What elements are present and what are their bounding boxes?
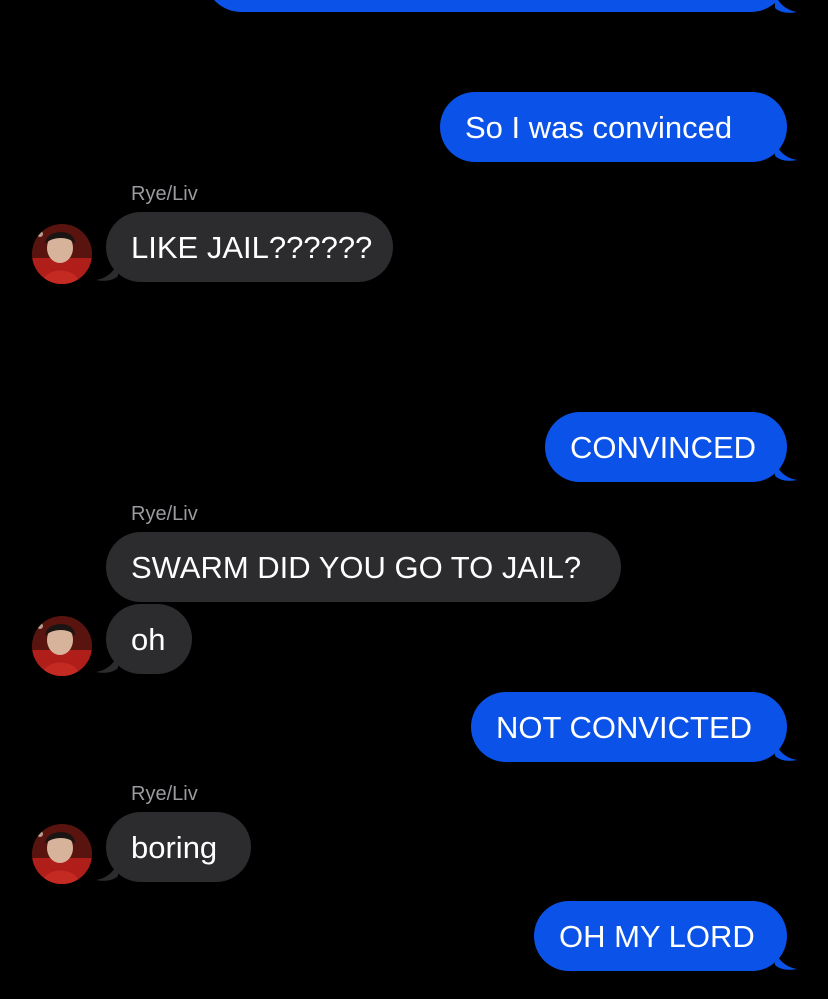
message-bubble-incoming[interactable]: SWARM DID YOU GO TO JAIL? <box>106 532 621 602</box>
message-text: So I was convinced <box>465 109 733 145</box>
bubble-tail <box>775 460 797 481</box>
message-bubble-incoming[interactable]: oh <box>106 604 192 674</box>
bubble-tail <box>775 740 797 761</box>
contact-avatar[interactable] <box>32 616 92 676</box>
message-text: CONVINCED <box>570 429 757 465</box>
bubble-tail <box>775 140 797 161</box>
sender-name: Rye/Liv <box>131 183 198 205</box>
bubble-tail <box>775 949 797 970</box>
sender-name: Rye/Liv <box>131 783 198 805</box>
message-text: oh <box>131 621 166 657</box>
message-text: LIKE JAIL?????? <box>131 229 373 265</box>
message-bubble-incoming[interactable]: LIKE JAIL?????? <box>106 212 393 282</box>
bubble-tail <box>775 0 797 13</box>
message-text: OH MY LORD <box>559 918 755 954</box>
message-bubble-outgoing[interactable]: NOT CONVICTED <box>471 692 787 762</box>
message-text: NOT CONVICTED <box>496 709 753 745</box>
contact-avatar[interactable] <box>32 224 92 284</box>
contact-avatar[interactable] <box>32 824 92 884</box>
message-bubble-outgoing[interactable]: So I was convinced <box>440 92 787 162</box>
message-text: boring <box>131 829 218 865</box>
message-bubble-outgoing-partial[interactable] <box>205 0 787 12</box>
sender-name: Rye/Liv <box>131 503 198 525</box>
message-bubble-outgoing[interactable]: CONVINCED <box>545 412 787 482</box>
message-bubble-outgoing[interactable]: OH MY LORD <box>534 901 787 971</box>
message-bubble-incoming[interactable]: boring <box>106 812 251 882</box>
message-text: SWARM DID YOU GO TO JAIL? <box>131 549 582 585</box>
